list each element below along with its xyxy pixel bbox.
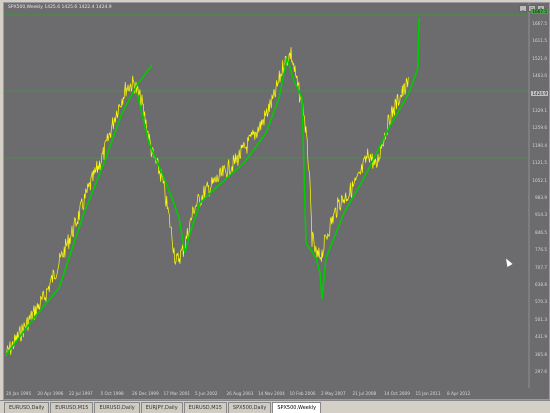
price-axis-label: 1521.0 [532,55,547,61]
price-axis-label: 1611.5 [532,38,547,44]
price-axis-label: 431.9 [535,334,547,340]
time-axis-label: 14 Nov 2004 [258,391,285,396]
price-axis-label: 297.6 [535,369,547,374]
time-axis-label: 22 Jul 1997 [69,391,93,396]
price-axis-label: 1121.5 [532,160,547,166]
price-axis-label: 501.3 [535,316,547,322]
chart-tab[interactable]: SPX500,Daily [227,402,272,413]
ma-line-segment [5,64,153,356]
time-axis-label: 26 Aug 2003 [226,391,254,396]
price-axis-label: 1190.4 [532,142,547,148]
time-axis-label: 20 Apr 1996 [37,391,64,396]
chart-tabs: EURUSD,Daily EURUSD,M15 EURUSD,Daily EURJPY… [0,400,550,413]
chart-tab[interactable]: EURUSD,Daily [4,402,50,413]
time-axis-label: 2 May 2007 [321,391,346,396]
price-axis-label: 1329.1 [532,108,547,113]
time-axis-label: 20 Jan 1995 [6,391,32,396]
time-axis-label: 5 Jun 2002 [195,391,218,396]
price-axis-label: 914.3 [535,212,547,218]
time-axis-label: 10 Feb 2006 [289,391,316,396]
chart-tab[interactable]: EURUSD,M15 [183,402,227,413]
price-axis-label: 1259.6 [532,125,547,131]
time-axis-label: 5 Oct 1998 [100,391,124,396]
price-line [5,47,409,356]
chart-tab[interactable]: EURUSD,Daily [94,402,140,413]
time-axis-label: 17 Mar 2001 [163,391,191,396]
chart-area[interactable]: SPX500,Weekly 1425.6 1425.6 1422.4 1424.… [3,2,550,400]
chart-header: SPX500,Weekly 1425.6 1425.6 1422.4 1424.… [8,5,112,10]
price-axis-label: 776.5 [535,247,547,253]
minimize-button[interactable]: _ [519,5,527,12]
terminal-window: SPX500,Weekly 1425.6 1425.6 1422.4 1424.… [0,0,550,400]
time-axis-label: 15 Jan 2011 [415,391,441,396]
chart-tab[interactable]: EURJPY,Daily [140,402,183,413]
price-axis-label: 707.7 [535,264,547,270]
level-price-tag: 1667.5 [531,9,548,14]
price-axis-label: 983.9 [535,195,547,200]
chart-tab[interactable]: SPX500,Weekly [272,402,322,413]
price-axis-label: 1463.0 [532,73,547,79]
time-axis-label: 21 Jul 2008 [352,391,377,396]
price-axis-label: 570.3 [535,299,547,305]
price-axis-label: 1052.1 [532,177,547,183]
price-chart[interactable] [4,3,549,399]
ma-line [136,17,420,300]
price-axis-label: 1667.5 [532,21,547,26]
time-axis-label: 8 Apr 2012 [447,391,471,396]
time-axis-label: 26 Dec 1999 [132,391,159,396]
price-axis-label: 638.8 [535,282,547,287]
time-axis-label: 14 Oct 2009 [384,391,410,396]
price-axis-label: 846.5 [535,229,547,235]
price-axis-label: 365.8 [535,351,547,357]
current-price-tag: 1424.9 [531,91,548,96]
chart-tab[interactable]: EURUSD,M15 [50,402,94,413]
